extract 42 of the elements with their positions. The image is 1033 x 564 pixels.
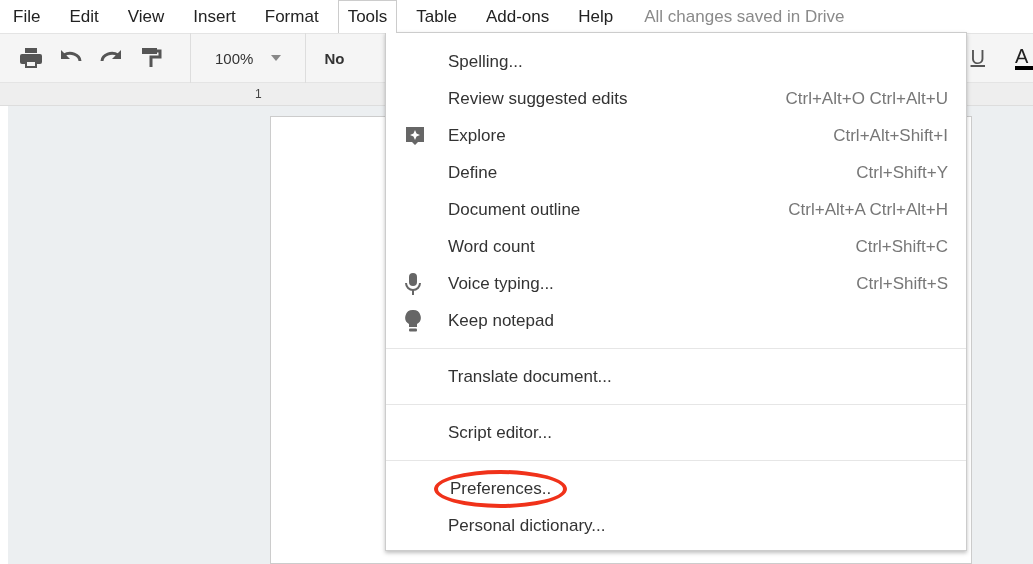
option-label: Word count bbox=[448, 236, 535, 257]
option-label: Personal dictionary... bbox=[448, 515, 606, 536]
menu-option[interactable]: Preferences.. bbox=[386, 470, 966, 507]
menu-option[interactable]: Document outline Ctrl+Alt+A Ctrl+Alt+H bbox=[386, 191, 966, 228]
save-status: All changes saved in Drive bbox=[644, 6, 845, 27]
menu-option[interactable]: Keep notepad bbox=[386, 302, 966, 339]
print-icon[interactable] bbox=[18, 45, 44, 71]
circled-label: Preferences.. bbox=[434, 469, 568, 508]
explore-icon bbox=[404, 124, 426, 147]
option-label: Explore bbox=[448, 125, 506, 146]
shortcut-text: Ctrl+Alt+O Ctrl+Alt+U bbox=[785, 88, 948, 109]
option-label: Review suggested edits bbox=[448, 88, 628, 109]
text-color-button[interactable]: A bbox=[1015, 46, 1033, 70]
option-label: Script editor... bbox=[448, 422, 552, 443]
option-label: Define bbox=[448, 162, 498, 183]
menu-option[interactable]: Word count Ctrl+Shift+C bbox=[386, 228, 966, 265]
shortcut-text: Ctrl+Shift+Y bbox=[856, 162, 948, 183]
menu-item[interactable]: Tools bbox=[337, 0, 398, 33]
underline-button[interactable]: U bbox=[970, 46, 985, 70]
shortcut-text: Ctrl+Shift+S bbox=[856, 273, 948, 294]
menu-option[interactable]: Spelling... bbox=[386, 43, 966, 80]
menu-option[interactable]: Voice typing... Ctrl+Shift+S bbox=[386, 265, 966, 302]
menu-option[interactable]: Script editor... bbox=[386, 414, 966, 451]
ruler-number: 1 bbox=[255, 87, 262, 101]
menu-option[interactable]: Explore Ctrl+Alt+Shift+I bbox=[386, 117, 966, 154]
menu-option[interactable]: Review suggested edits Ctrl+Alt+O Ctrl+Alt+U bbox=[386, 80, 966, 117]
menu-option[interactable]: Personal dictionary... bbox=[386, 507, 966, 544]
option-label: Spelling... bbox=[448, 51, 523, 72]
option-label: Voice typing... bbox=[448, 273, 554, 294]
menu-option[interactable]: Define Ctrl+Shift+Y bbox=[386, 154, 966, 191]
microphone-icon bbox=[404, 271, 422, 296]
option-label: Translate document... bbox=[448, 366, 612, 387]
zoom-dropdown[interactable]: 100% bbox=[203, 49, 294, 67]
menu-option[interactable]: Translate document... bbox=[386, 358, 966, 395]
shortcut-text: Ctrl+Alt+A Ctrl+Alt+H bbox=[788, 199, 948, 220]
shortcut-text: Ctrl+Alt+Shift+I bbox=[833, 125, 948, 146]
style-dropdown[interactable]: No bbox=[324, 49, 345, 67]
option-label: Document outline bbox=[448, 199, 581, 220]
caret-icon bbox=[271, 55, 282, 61]
lightbulb-icon bbox=[404, 308, 422, 333]
option-label: Keep notepad bbox=[448, 310, 554, 331]
shortcut-text: Ctrl+Shift+C bbox=[855, 236, 948, 257]
